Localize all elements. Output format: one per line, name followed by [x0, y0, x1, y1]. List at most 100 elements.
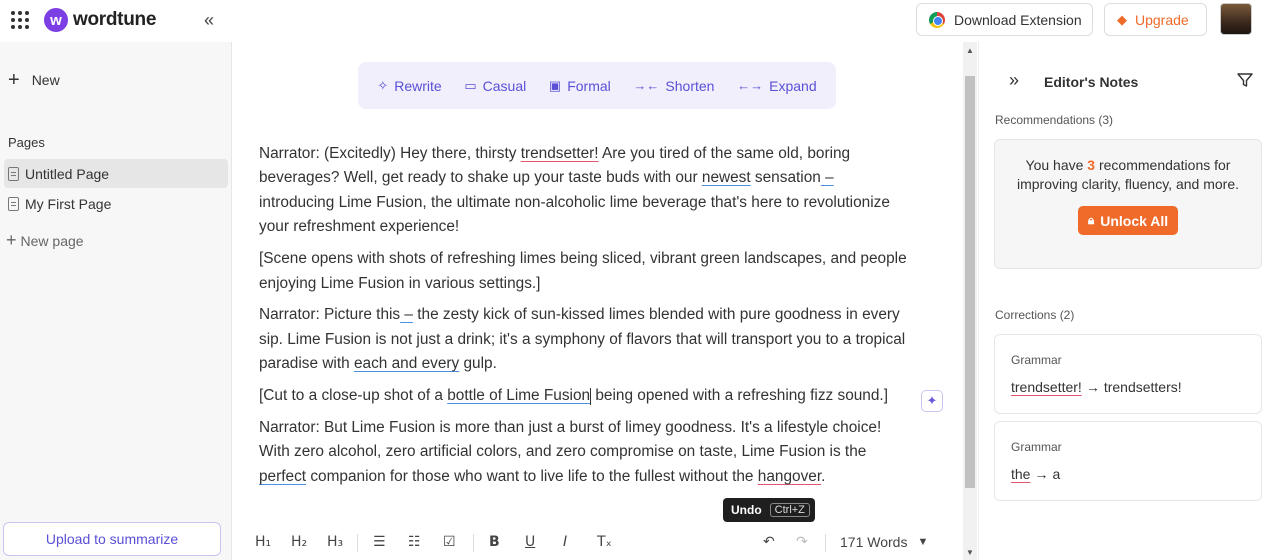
filter-icon[interactable]: [1237, 72, 1253, 88]
correction-line: trendsetter! → trendsetters!: [1011, 379, 1182, 395]
correction-original: trendsetter!: [1011, 379, 1082, 395]
download-extension-label: Download Extension: [954, 11, 1082, 28]
correction-type: Grammar: [1011, 353, 1062, 367]
briefcase-icon: ▣: [548, 77, 562, 93]
clear-format-button[interactable]: Tₓ: [597, 534, 612, 550]
paragraph: Narrator: But Lime Fusion is more than j…: [259, 416, 909, 489]
text-run: sensation: [750, 169, 821, 187]
editor: ✧ Rewrite ▭ Casual ▣ Formal →← Shorten ←…: [233, 42, 963, 560]
new-page-button[interactable]: + New page: [6, 230, 84, 251]
text-run: gulp.: [459, 355, 497, 373]
heading-2-button[interactable]: H₂: [291, 534, 307, 550]
scroll-down-arrow-icon[interactable]: ▼: [966, 548, 974, 557]
scrollbar-thumb[interactable]: [965, 76, 975, 488]
expand-label: Expand: [769, 77, 817, 94]
collapse-panel-icon[interactable]: »: [1009, 70, 1019, 91]
apps-grid-icon[interactable]: [11, 11, 30, 30]
formal-label: Formal: [567, 77, 611, 94]
scroll-up-arrow-icon[interactable]: ▲: [966, 46, 974, 55]
bullet-list-icon[interactable]: ☰: [373, 534, 386, 550]
logo-mark: w: [44, 8, 68, 32]
clarity-suggestion[interactable]: perfect: [259, 468, 306, 485]
rec-count: 3: [1087, 157, 1096, 173]
grammar-suggestion[interactable]: hangover: [758, 468, 821, 485]
arrow-right-icon: →: [1034, 466, 1049, 482]
paragraph: Narrator: (Excitedly) Hey there, thirsty…: [259, 142, 909, 240]
heading-3-button[interactable]: H₃: [327, 534, 343, 550]
text-run: companion for those who want to live lif…: [306, 467, 758, 485]
notes-header: » Editor's Notes: [979, 70, 1270, 96]
collapse-sidebar-icon[interactable]: «: [204, 10, 214, 31]
formal-button[interactable]: ▣ Formal: [549, 78, 611, 94]
clarity-suggestion[interactable]: newest: [702, 169, 751, 186]
document-text[interactable]: Narrator: (Excitedly) Hey there, thirsty…: [259, 142, 909, 497]
avatar[interactable]: [1220, 3, 1252, 35]
upload-to-summarize-button[interactable]: Upload to summarize: [3, 522, 221, 556]
text-run: being opened with a refreshing fizz soun…: [591, 387, 888, 405]
plus-icon: +: [6, 230, 17, 250]
paragraph: [Scene opens with shots of refreshing li…: [259, 250, 907, 292]
checklist-icon[interactable]: ☑: [443, 534, 456, 550]
new-button[interactable]: + New: [8, 70, 60, 90]
italic-button[interactable]: I: [563, 534, 567, 550]
pages-heading: Pages: [8, 135, 45, 150]
word-count: 171 Words: [840, 534, 908, 550]
rec-text-pre: You have: [1025, 157, 1088, 173]
expand-button[interactable]: ←→ Expand: [737, 78, 816, 94]
editor-scrollbar[interactable]: ▲ ▼: [963, 42, 977, 560]
correction-card[interactable]: Grammar trendsetter! → trendsetters!: [994, 334, 1262, 414]
bold-button[interactable]: B: [489, 534, 500, 550]
paragraph: [Cut to a close-up shot of a bottle of L…: [259, 384, 909, 408]
recommendations-label: Recommendations (3): [995, 113, 1114, 127]
text-run: Narrator: Picture this: [259, 306, 401, 324]
correction-card[interactable]: Grammar the → a: [994, 421, 1262, 501]
rewrite-label: Rewrite: [394, 77, 442, 94]
magic-wand-icon: ✧: [377, 77, 389, 93]
divider: [825, 534, 826, 552]
text-run: .: [821, 467, 826, 485]
casual-label: Casual: [482, 77, 527, 94]
page-title: My First Page: [25, 195, 112, 212]
sidebar-item-my-first-page[interactable]: My First Page: [4, 189, 228, 218]
shorten-button[interactable]: →← Shorten: [633, 78, 714, 94]
clarity-suggestion[interactable]: –: [400, 306, 413, 323]
heading-1-button[interactable]: H₁: [255, 534, 271, 550]
sidebar-item-untitled-page[interactable]: Untitled Page: [4, 159, 228, 188]
shorten-icon: →←: [633, 78, 660, 93]
page-title: Untitled Page: [25, 165, 110, 182]
redo-icon[interactable]: ↷: [796, 534, 808, 550]
document-icon: [8, 166, 19, 181]
wordtune-logo[interactable]: w wordtune: [44, 8, 156, 32]
clarity-suggestion[interactable]: bottle of Lime Fusion: [447, 387, 590, 404]
clarity-suggestion[interactable]: –: [821, 169, 834, 186]
sparkle-icon[interactable]: ✦: [921, 390, 943, 412]
new-page-label: New page: [20, 232, 84, 249]
download-extension-button[interactable]: Download Extension: [916, 3, 1093, 36]
upgrade-button[interactable]: ◆ Upgrade: [1104, 3, 1207, 36]
casual-button[interactable]: ▭ Casual: [464, 78, 526, 94]
tooltip-label: Undo: [731, 503, 762, 517]
numbered-list-icon[interactable]: ☷: [408, 534, 421, 550]
word-count-dropdown[interactable]: 171 Words ▼: [840, 534, 928, 550]
grammar-suggestion[interactable]: trendsetter!: [521, 145, 599, 162]
arrow-right-icon: →: [1085, 379, 1100, 395]
format-bar: H₁ H₂ H₃ ☰ ☷ ☑ B U I Tₓ ↶ ↷ 171 Words ▼: [233, 526, 963, 560]
correction-suggestion: a: [1052, 466, 1061, 482]
casual-icon: ▭: [464, 77, 477, 93]
correction-original: the: [1011, 466, 1031, 482]
upgrade-label: Upgrade: [1135, 11, 1189, 28]
tooltip-shortcut: Ctrl+Z: [769, 503, 810, 517]
clarity-suggestion[interactable]: each and every: [354, 355, 459, 372]
notes-title: Editor's Notes: [1044, 74, 1139, 90]
unlock-all-button[interactable]: 🔒︎ Unlock All: [1077, 206, 1179, 235]
underline-button[interactable]: U: [525, 534, 535, 550]
rewrite-button[interactable]: ✧ Rewrite: [377, 78, 441, 94]
undo-icon[interactable]: ↶: [763, 534, 775, 550]
text-run: introducing Lime Fusion, the ultimate no…: [259, 193, 890, 236]
divider: [473, 534, 474, 552]
chevron-down-icon: ▼: [917, 536, 929, 548]
correction-line: the → a: [1011, 466, 1060, 482]
recommendations-box: You have 3 recommendations for improving…: [994, 139, 1262, 269]
plus-icon: +: [8, 69, 20, 91]
sidebar: + New Pages Untitled Page My First Page …: [0, 42, 232, 560]
